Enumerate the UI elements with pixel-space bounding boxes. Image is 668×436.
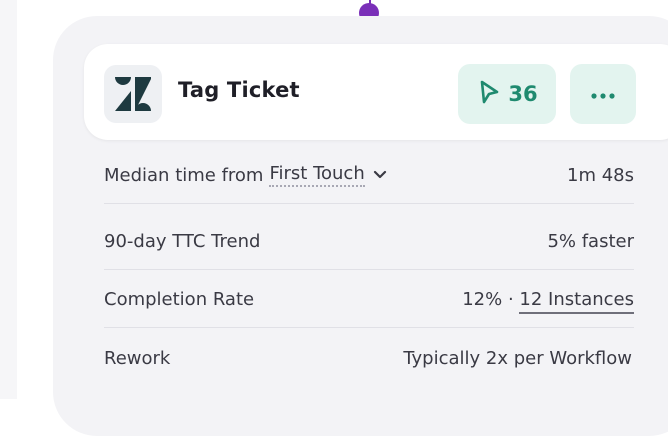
- completion-label: Completion Rate: [104, 288, 255, 310]
- left-rail: [0, 0, 17, 399]
- step-title: Tag Ticket: [178, 78, 300, 102]
- completion-row: Completion Rate 12% · 12 Instances: [104, 270, 634, 328]
- play-cursor-icon: [476, 79, 502, 109]
- chevron-down-icon[interactable]: [373, 170, 387, 180]
- zendesk-logo-icon: [104, 65, 162, 123]
- more-options-button[interactable]: [570, 64, 636, 124]
- run-count: 36: [508, 82, 538, 106]
- median-label: Median time from: [104, 164, 264, 186]
- rework-row: Rework Typically 2x per Workflow: [104, 329, 632, 387]
- median-anchor-dropdown[interactable]: First Touch: [269, 163, 365, 187]
- run-count-button[interactable]: 36: [458, 64, 556, 124]
- instances-link[interactable]: 12 Instances: [519, 288, 634, 314]
- ellipsis-icon: [590, 85, 616, 104]
- rework-label: Rework: [104, 347, 171, 369]
- trend-value: 5% faster: [547, 230, 634, 252]
- median-value: 1m 48s: [567, 164, 634, 186]
- trend-label: 90-day TTC Trend: [104, 230, 261, 252]
- rework-value: Typically 2x per Workflow: [403, 347, 632, 369]
- row-divider: [104, 327, 634, 328]
- trend-row: 90-day TTC Trend 5% faster: [104, 212, 634, 270]
- completion-rate: 12% ·: [462, 288, 514, 310]
- row-divider: [104, 203, 634, 204]
- median-time-row: Median time from First Touch 1m 48s: [104, 146, 634, 204]
